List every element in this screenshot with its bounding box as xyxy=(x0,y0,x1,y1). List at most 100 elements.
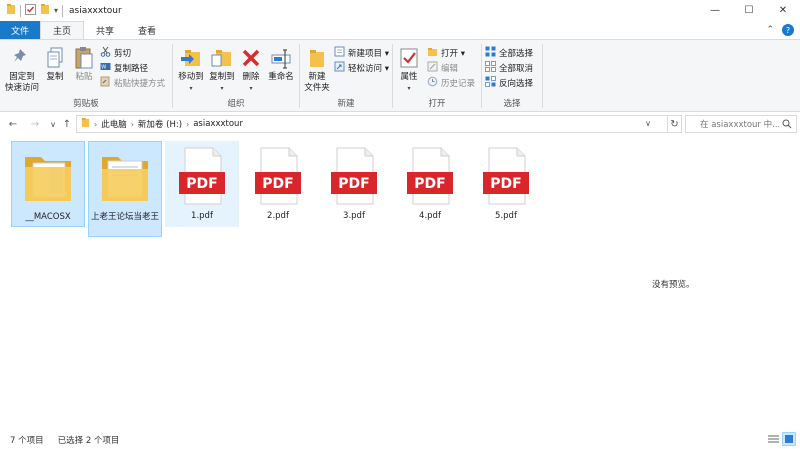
file-item[interactable]: PDF 1.pdf xyxy=(165,141,239,227)
recent-locations-button[interactable]: ∨ xyxy=(46,116,60,132)
large-icons-view-icon[interactable] xyxy=(782,432,796,446)
back-button[interactable]: ← xyxy=(6,116,20,132)
select-none-label: 全部取消 xyxy=(499,64,534,74)
forward-button[interactable]: → xyxy=(28,116,42,132)
dropdown-arrow-icon: ▾ xyxy=(189,85,193,92)
delete-button[interactable]: 删除 ▾ xyxy=(239,45,263,94)
paste-button[interactable]: 粘贴 xyxy=(70,45,98,83)
customize-qat-icon[interactable]: ▾ xyxy=(54,6,58,15)
move-to-button[interactable]: 移动到 ▾ xyxy=(175,45,207,94)
delete-label: 删除 xyxy=(242,72,260,82)
file-name: 4.pdf xyxy=(419,211,441,221)
separator xyxy=(62,4,64,17)
paste-shortcut-button[interactable]: 粘贴快捷方式 xyxy=(100,76,165,90)
group-new: 新建 文件夹 新建项目 ▾ 轻松访问 ▾ 新建 xyxy=(300,42,392,111)
pin-label-1: 固定到 xyxy=(9,72,35,82)
invert-selection-label: 反向选择 xyxy=(499,79,534,89)
chevron-right-icon[interactable]: › xyxy=(186,120,189,129)
copy-path-icon: W xyxy=(100,61,111,75)
search-input[interactable]: 在 asiaxxxtour 中... xyxy=(685,115,797,133)
ribbon-separator xyxy=(542,44,543,108)
new-folder-label-1: 新建 xyxy=(308,72,326,82)
edit-button[interactable]: 编辑 xyxy=(427,61,458,75)
history-button[interactable]: 历史记录 xyxy=(427,76,475,90)
select-all-button[interactable]: 全部选择 xyxy=(485,46,533,60)
maximize-button[interactable]: ☐ xyxy=(732,0,766,21)
properties-button[interactable]: 属性 ▾ xyxy=(395,45,423,94)
pin-quick-access-button[interactable]: 固定到 快速访问 xyxy=(4,45,40,94)
pdf-file-icon: PDF xyxy=(174,145,230,207)
tab-view[interactable]: 查看 xyxy=(126,21,168,39)
easy-access-icon xyxy=(334,61,345,75)
file-item[interactable]: 上老王论坛当老王 xyxy=(88,141,162,237)
file-name: __MACOSX xyxy=(25,212,71,222)
group-open: 属性 ▾ 打开 ▾ 编辑 历史记录 打开 xyxy=(393,42,481,111)
folder-icon xyxy=(81,117,90,131)
invert-selection-button[interactable]: 反向选择 xyxy=(485,76,533,90)
copy-button[interactable]: 复制 xyxy=(42,45,68,83)
refresh-button[interactable]: ↻ xyxy=(668,115,682,133)
paste-shortcut-icon xyxy=(100,76,111,90)
view-switcher xyxy=(766,432,796,446)
rename-icon xyxy=(267,45,295,71)
select-all-label: 全部选择 xyxy=(499,49,534,59)
open-button[interactable]: 打开 ▾ xyxy=(427,46,465,60)
copy-to-icon xyxy=(208,45,236,71)
copy-path-button[interactable]: W 复制路径 xyxy=(100,61,148,75)
rename-button[interactable]: 重命名 xyxy=(265,45,297,83)
select-none-button[interactable]: 全部取消 xyxy=(485,61,533,75)
minimize-button[interactable]: — xyxy=(698,0,732,21)
details-view-icon[interactable] xyxy=(766,432,780,446)
new-folder-icon[interactable] xyxy=(40,3,50,18)
address-dropdown-icon[interactable]: ∨ xyxy=(645,119,651,128)
dropdown-arrow-icon: ▾ xyxy=(249,85,253,92)
help-icon[interactable]: ? xyxy=(782,24,794,36)
new-folder-icon xyxy=(303,45,331,71)
easy-access-button[interactable]: 轻松访问 ▾ xyxy=(334,61,389,75)
breadcrumb-volume[interactable]: 新加卷 (H:) xyxy=(138,118,182,130)
up-button[interactable]: ↑ xyxy=(60,116,74,132)
group-select: 全部选择 全部取消 反向选择 选择 xyxy=(482,42,542,111)
pdf-badge-label: PDF xyxy=(186,176,217,192)
chevron-right-icon[interactable]: › xyxy=(94,120,97,129)
move-to-icon xyxy=(177,45,205,71)
file-item[interactable]: PDF 4.pdf xyxy=(393,141,467,227)
new-folder-button[interactable]: 新建 文件夹 xyxy=(302,45,332,94)
file-item[interactable]: __MACOSX xyxy=(11,141,85,227)
status-bar: 7 个项目 已选择 2 个项目 xyxy=(0,430,800,449)
ribbon: 固定到 快速访问 复制 粘贴 剪切 W 复制路径 粘贴快捷方式 剪贴板 移动到 … xyxy=(0,39,800,112)
pdf-badge-label: PDF xyxy=(338,176,369,192)
file-view: __MACOSX 上老王论坛当老王 PDF 1.pdf PDF 2.pdf PD… xyxy=(0,136,800,428)
address-bar[interactable]: › 此电脑 › 新加卷 (H:) › asiaxxxtour ∨ xyxy=(76,115,668,133)
copy-icon xyxy=(41,45,69,71)
group-clipboard: 固定到 快速访问 复制 粘贴 剪切 W 复制路径 粘贴快捷方式 剪贴板 xyxy=(0,42,172,111)
properties-icon[interactable] xyxy=(25,3,36,18)
file-item[interactable]: PDF 2.pdf xyxy=(241,141,315,227)
group-label-new: 新建 xyxy=(337,99,355,109)
file-item[interactable]: PDF 3.pdf xyxy=(317,141,391,227)
close-button[interactable]: ✕ xyxy=(766,0,800,21)
cut-button[interactable]: 剪切 xyxy=(100,46,131,60)
open-label: 打开 ▾ xyxy=(441,49,465,59)
breadcrumb-current-folder[interactable]: asiaxxxtour xyxy=(193,119,243,129)
ribbon-right-controls: ⌃ ? xyxy=(766,24,794,36)
file-item[interactable]: PDF 5.pdf xyxy=(469,141,543,227)
pdf-file-icon: PDF xyxy=(250,145,306,207)
copy-to-button[interactable]: 复制到 ▾ xyxy=(206,45,238,94)
file-name: 上老王论坛当老王 xyxy=(90,212,159,222)
new-item-button[interactable]: 新建项目 ▾ xyxy=(334,46,389,60)
chevron-right-icon[interactable]: › xyxy=(131,120,134,129)
collapse-ribbon-icon[interactable]: ⌃ xyxy=(766,25,774,35)
file-explorer-window: ▾ asiaxxxtour — ☐ ✕ 文件 主页 共享 查看 ⌃ ? 固定到 xyxy=(0,0,800,449)
tab-share[interactable]: 共享 xyxy=(84,21,126,39)
search-placeholder: 在 asiaxxxtour 中... xyxy=(700,120,781,130)
paste-label: 粘贴 xyxy=(75,72,93,82)
file-name: 3.pdf xyxy=(343,211,365,221)
pdf-file-icon: PDF xyxy=(326,145,382,207)
tab-home[interactable]: 主页 xyxy=(40,21,85,39)
pdf-badge-label: PDF xyxy=(262,176,293,192)
tab-file[interactable]: 文件 xyxy=(0,21,40,39)
paste-shortcut-label: 粘贴快捷方式 xyxy=(114,79,166,89)
breadcrumb-this-pc[interactable]: 此电脑 xyxy=(101,118,127,130)
new-item-icon xyxy=(334,46,345,60)
